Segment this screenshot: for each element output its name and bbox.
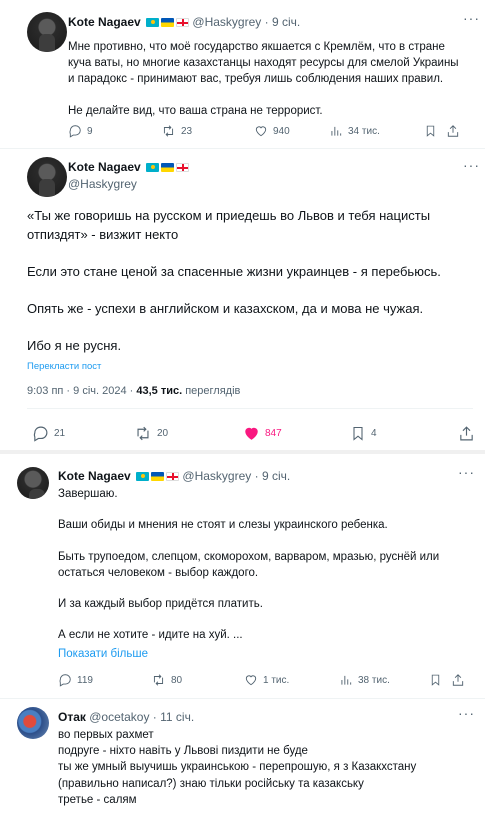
share-icon bbox=[447, 125, 459, 137]
kazakhstan-flag-icon bbox=[146, 18, 160, 27]
separator-dot: · bbox=[264, 15, 269, 29]
post-actions-expanded: 21 20 847 4 bbox=[32, 425, 475, 442]
post-text: «Ты же говоришь на русском и приедешь во… bbox=[27, 208, 441, 353]
author-name[interactable]: Kote Nagaev bbox=[68, 15, 141, 29]
more-options-icon[interactable]: ··· bbox=[458, 705, 475, 721]
post-time[interactable]: 11 січ. bbox=[160, 710, 194, 724]
more-options-icon[interactable]: ··· bbox=[463, 157, 480, 173]
post-time[interactable]: 9 січ. bbox=[262, 469, 290, 483]
like-button[interactable]: 847 bbox=[243, 425, 350, 442]
post-timestamp: 9:03 пп · 9 січ. 2024 · 43,5 тис. перегл… bbox=[27, 385, 240, 397]
retweet-button[interactable]: 23 bbox=[161, 124, 254, 138]
reply-count: 21 bbox=[54, 428, 66, 439]
ukraine-flag-icon bbox=[151, 472, 165, 481]
retweet-count: 23 bbox=[181, 125, 193, 137]
heart-icon bbox=[255, 126, 267, 137]
more-options-icon[interactable]: ··· bbox=[458, 464, 475, 480]
retweet-icon bbox=[137, 426, 149, 441]
reply-button[interactable]: 119 bbox=[58, 673, 151, 687]
georgia-flag-icon bbox=[176, 163, 190, 172]
heart-icon bbox=[245, 675, 257, 686]
ukraine-flag-icon bbox=[161, 163, 175, 172]
author-name[interactable]: Kote Nagaev bbox=[68, 160, 141, 174]
retweet-button[interactable]: 20 bbox=[134, 425, 243, 442]
retweet-count: 20 bbox=[157, 428, 169, 439]
divider bbox=[27, 408, 473, 409]
reply-icon bbox=[69, 125, 81, 138]
bookmark-button[interactable] bbox=[424, 124, 446, 138]
show-more-link[interactable]: Показати більше bbox=[58, 648, 148, 660]
separator-dot: · bbox=[152, 710, 157, 724]
kazakhstan-flag-icon bbox=[136, 472, 150, 481]
bookmark-icon bbox=[353, 426, 363, 441]
heart-filled-icon bbox=[245, 427, 258, 440]
bookmark-icon bbox=[431, 674, 440, 686]
reply-button[interactable]: 21 bbox=[32, 425, 134, 442]
more-options-icon[interactable]: ··· bbox=[463, 10, 480, 26]
bookmark-button[interactable] bbox=[429, 673, 451, 687]
post-actions: 119 80 1 тис. 38 тис. bbox=[58, 673, 465, 687]
author-handle[interactable]: @Haskygrey bbox=[192, 15, 261, 29]
views-button[interactable]: 38 тис. bbox=[339, 673, 429, 687]
like-count: 847 bbox=[265, 428, 282, 439]
kazakhstan-flag-icon bbox=[146, 163, 160, 172]
views-label: переглядів bbox=[182, 385, 241, 397]
bookmark-count: 4 bbox=[371, 428, 377, 439]
timestamp-text[interactable]: 9:03 пп · 9 січ. 2024 · bbox=[27, 385, 136, 397]
avatar[interactable] bbox=[27, 12, 67, 52]
author-handle[interactable]: @Haskygrey bbox=[68, 177, 137, 191]
reply-count: 9 bbox=[87, 125, 93, 137]
author-name[interactable]: Kote Nagaev bbox=[58, 469, 131, 483]
analytics-icon bbox=[341, 675, 352, 685]
retweet-button[interactable]: 80 bbox=[151, 673, 244, 687]
retweet-icon bbox=[153, 674, 164, 686]
bookmark-button[interactable]: 4 bbox=[350, 425, 458, 442]
reply-button[interactable]: 9 bbox=[68, 124, 161, 138]
analytics-icon bbox=[331, 126, 342, 136]
like-button[interactable]: 940 bbox=[254, 124, 329, 138]
view-count: 34 тис. bbox=[348, 125, 380, 137]
georgia-flag-icon bbox=[176, 18, 190, 27]
retweet-icon bbox=[163, 125, 174, 137]
like-button[interactable]: 1 тис. bbox=[244, 673, 339, 687]
post-time[interactable]: 9 січ. bbox=[272, 15, 300, 29]
separator-dot: · bbox=[254, 469, 259, 483]
views-count: 43,5 тис. bbox=[136, 385, 183, 397]
share-icon bbox=[452, 674, 464, 686]
bookmark-icon bbox=[426, 125, 435, 137]
post-text: Мне противно, что моё государство якшает… bbox=[68, 41, 459, 117]
author-handle[interactable]: @ocetakoy bbox=[89, 710, 149, 724]
author-name[interactable]: Отак bbox=[58, 710, 86, 724]
avatar[interactable] bbox=[17, 707, 49, 739]
views-button[interactable]: 34 тис. bbox=[329, 124, 424, 138]
share-button[interactable] bbox=[458, 425, 475, 442]
divider bbox=[0, 450, 485, 454]
like-count: 940 bbox=[273, 125, 290, 137]
post-text: во первых рахмет подруге - ніхто навіть … bbox=[58, 729, 417, 806]
avatar[interactable] bbox=[17, 467, 49, 499]
retweet-count: 80 bbox=[171, 674, 183, 686]
like-count: 1 тис. bbox=[263, 674, 290, 686]
share-button[interactable] bbox=[446, 124, 460, 138]
post-text: Завершаю. Ваши обиды и мнения не стоят и… bbox=[58, 488, 440, 642]
share-icon bbox=[460, 426, 473, 441]
avatar[interactable] bbox=[27, 157, 67, 197]
post-actions: 9 23 940 34 тис. bbox=[68, 124, 460, 138]
reply-icon bbox=[33, 426, 48, 442]
author-name-row[interactable]: Kote Nagaev bbox=[68, 160, 190, 174]
divider bbox=[0, 148, 485, 149]
view-count: 38 тис. bbox=[358, 674, 390, 686]
reply-count: 119 bbox=[77, 674, 93, 686]
translate-post-link[interactable]: Перекласти пост bbox=[27, 361, 101, 372]
reply-icon bbox=[59, 674, 71, 687]
author-handle[interactable]: @Haskygrey bbox=[182, 469, 251, 483]
divider bbox=[0, 698, 485, 699]
ukraine-flag-icon bbox=[161, 18, 175, 27]
georgia-flag-icon bbox=[166, 472, 180, 481]
share-button[interactable] bbox=[451, 673, 465, 687]
